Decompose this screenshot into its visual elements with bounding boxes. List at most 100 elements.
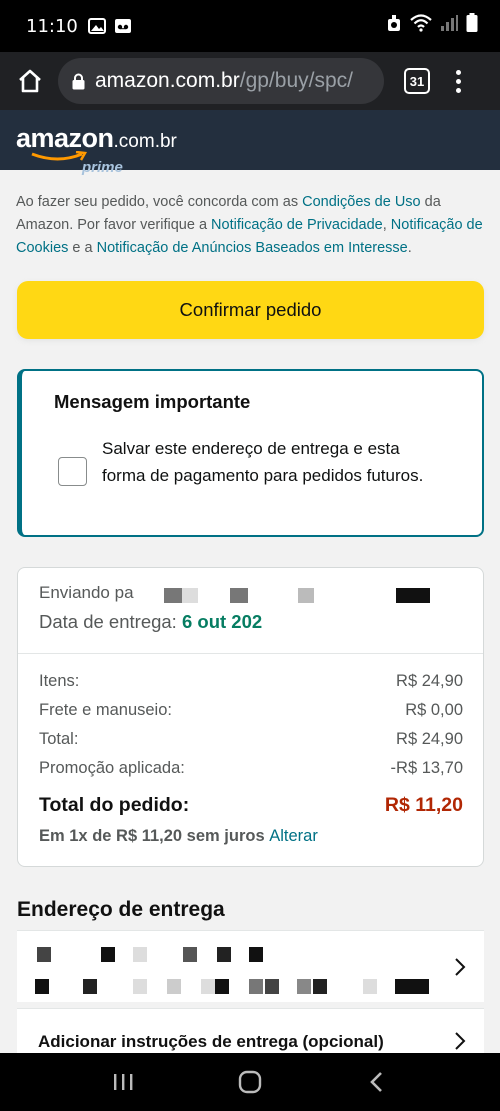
summary-line: Total: R$ 24,90 [39, 730, 463, 749]
interest-ads-notice-link[interactable]: Notificação de Anúncios Baseados em Inte… [97, 240, 408, 256]
redacted-block [217, 947, 231, 962]
site-header: amazon.com.br prime [0, 110, 500, 176]
status-bar: 11:10 [0, 0, 500, 52]
redacted-block [249, 947, 263, 962]
chevron-right-icon [455, 958, 466, 976]
summary-line: Frete e manuseio: R$ 0,00 [39, 701, 463, 720]
redacted-block [395, 979, 429, 994]
home-button[interactable] [12, 63, 48, 99]
terms-notice: Ao fazer seu pedido, você concorda com a… [16, 191, 486, 260]
order-summary: Enviando pa Data de entrega: 6 out 202 I… [17, 567, 484, 867]
privacy-notice-link[interactable]: Notificação de Privacidade [211, 217, 383, 233]
summary-line-label: Itens: [39, 672, 80, 690]
menu-dot [455, 69, 461, 75]
order-total-row: Total do pedido: R$ 11,20 [39, 794, 463, 817]
delivery-instructions-label: Adicionar instruções de entrega (opciona… [38, 1032, 384, 1051]
back-icon [369, 1072, 382, 1092]
save-address-checkbox[interactable] [58, 457, 87, 486]
delivery-date-value: 6 out 202 [181, 611, 263, 632]
redacted-block [35, 979, 49, 994]
home-circle-icon [238, 1070, 262, 1094]
redacted-block [183, 947, 197, 962]
redacted-block [201, 979, 215, 994]
summary-line: Promoção aplicada: -R$ 13,70 [39, 759, 463, 778]
notice-text: Ao fazer seu pedido, você concorda com a… [16, 194, 303, 210]
signal-icon [440, 14, 458, 38]
shipping-address-title: Endereço de entrega [17, 898, 225, 921]
summary-line-label: Frete e manuseio: [39, 701, 172, 719]
summary-line-label: Promoção aplicada: [39, 759, 185, 777]
status-icons [386, 13, 478, 39]
clock: 11:10 [26, 15, 78, 37]
redacted-block [37, 947, 51, 962]
summary-line: Itens: R$ 24,90 [39, 672, 463, 691]
change-installment-link[interactable]: Alterar [269, 827, 318, 845]
shipping-to: Enviando pa [39, 583, 134, 603]
redacted-block [298, 588, 314, 603]
divider [18, 653, 483, 654]
redacted-block [396, 588, 430, 603]
installment-info: Em 1x de R$ 11,20 sem juros Alterar [39, 827, 318, 846]
logo-tld: .com.br [113, 131, 177, 152]
redacted-block [164, 588, 182, 603]
recents-icon [114, 1074, 133, 1090]
checkout-content[interactable]: Ao fazer seu pedido, você concorda com a… [0, 170, 500, 1053]
browser-toolbar: amazon.com.br/gp/buy/spc/ 31 [0, 52, 500, 110]
delivery-instructions-row[interactable]: Adicionar instruções de entrega (opciona… [17, 1008, 484, 1053]
chevron-right-icon [455, 1032, 466, 1050]
notice-text: , [382, 217, 391, 233]
redacted-block [230, 588, 248, 603]
summary-line-label: Total: [39, 730, 79, 748]
voicemail-notification-icon [114, 18, 132, 34]
message-title: Mensagem importante [54, 391, 251, 412]
gallery-notification-icon [87, 18, 106, 34]
redacted-block [265, 979, 279, 994]
order-total-value: R$ 11,20 [384, 794, 463, 816]
redacted-block [215, 979, 229, 994]
url-domain: amazon.com.br [95, 69, 240, 92]
shipping-address-card[interactable] [17, 930, 484, 1002]
summary-line-value: -R$ 13,70 [390, 759, 463, 777]
installment-text: Em 1x de R$ 11,20 sem juros [39, 827, 270, 845]
recent-apps-button[interactable] [103, 1062, 143, 1102]
redacted-block [313, 979, 327, 994]
smile-arrow-icon [31, 151, 88, 161]
alarm-icon [386, 14, 402, 38]
summary-line-value: R$ 24,90 [396, 672, 463, 690]
redacted-block [297, 979, 311, 994]
redacted-block [83, 979, 97, 994]
system-nav-bar [0, 1053, 500, 1111]
menu-dot [455, 78, 461, 84]
redacted-block [133, 979, 147, 994]
amazon-prime-logo[interactable]: amazon.com.br prime [16, 123, 177, 176]
lock-icon [72, 73, 85, 90]
home-icon [19, 69, 41, 93]
redacted-block [101, 947, 115, 962]
save-address-label[interactable]: Salvar este endereço de entrega e esta f… [102, 435, 442, 489]
ship-to-text: Enviando pa [39, 583, 134, 602]
redacted-block [167, 979, 181, 994]
delivery-date: Data de entrega: 6 out 202 [39, 611, 262, 633]
battery-icon [466, 13, 478, 39]
logo-wordmark: amazon [16, 123, 114, 153]
summary-line-value: R$ 0,00 [405, 701, 463, 719]
order-total-label: Total do pedido: [39, 794, 190, 816]
summary-line-value: R$ 24,90 [396, 730, 463, 748]
redacted-block [363, 979, 377, 994]
back-button[interactable] [357, 1062, 397, 1102]
tab-switcher-button[interactable]: 31 [404, 68, 430, 94]
terms-of-use-link[interactable]: Condições de Uso [302, 194, 421, 210]
redacted-block [249, 979, 263, 994]
redacted-block [182, 588, 198, 603]
important-message-box: Mensagem importante Salvar este endereço… [17, 369, 484, 537]
overflow-menu-button[interactable] [452, 69, 464, 93]
menu-dot [455, 87, 461, 93]
redacted-block [133, 947, 147, 962]
place-order-button[interactable]: Confirmar pedido [17, 281, 484, 339]
notice-text: e a [68, 240, 97, 256]
notice-text: . [407, 240, 412, 256]
delivery-label: Data de entrega: [39, 611, 182, 632]
home-nav-button[interactable] [230, 1062, 270, 1102]
url-path: /gp/buy/spc/ [239, 69, 353, 92]
address-bar[interactable]: amazon.com.br/gp/buy/spc/ [58, 58, 384, 104]
